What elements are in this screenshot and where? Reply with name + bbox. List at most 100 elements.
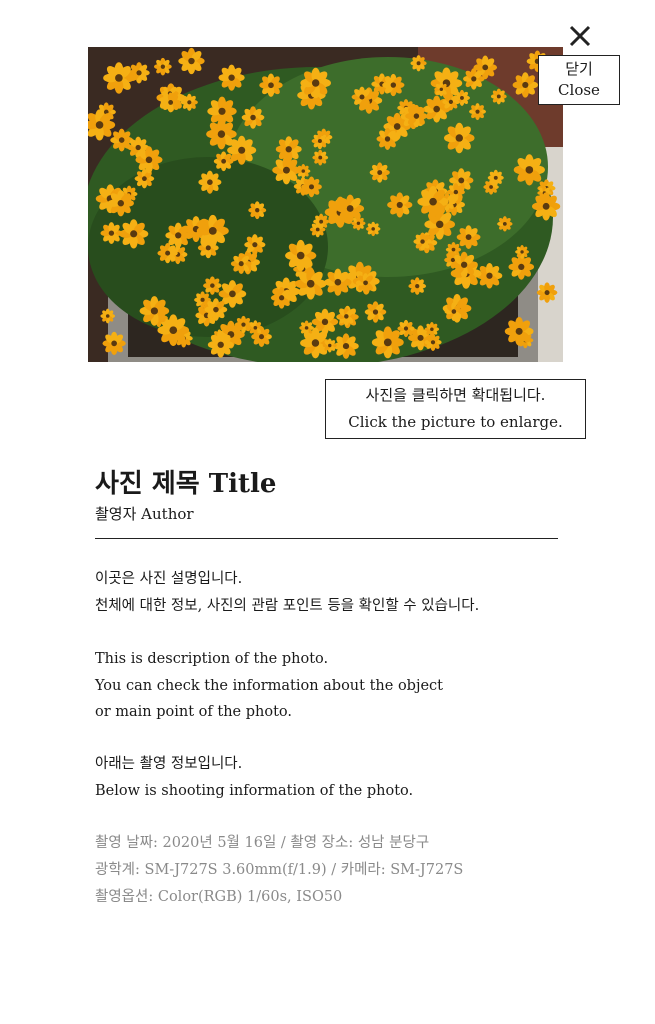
flower-decoration [157, 242, 178, 264]
flower-decoration [139, 296, 170, 326]
divider [95, 538, 558, 539]
flower-decoration [410, 55, 427, 72]
flower-decoration [532, 192, 561, 221]
flower-decoration [322, 338, 337, 353]
description-line: 아래는 촬영 정보입니다. [95, 756, 243, 772]
flower-decoration [456, 225, 481, 250]
flower-decoration [369, 162, 390, 183]
photo-author: 촬영자 Author [95, 505, 194, 523]
flower-decoration [103, 62, 135, 94]
flower-decoration [230, 253, 252, 275]
flower-decoration [512, 72, 538, 98]
shooting-info: 촬영 날짜: 2020년 5월 16일 / 촬영 장소: 성남 분당구 광학계:… [95, 830, 463, 911]
flower-decoration [296, 164, 311, 179]
flower-decoration [382, 73, 405, 97]
flower-decoration [311, 132, 329, 150]
flower-decoration [387, 192, 413, 218]
flower-decoration [204, 298, 228, 321]
flower-decoration [536, 282, 558, 303]
flower-decoration [178, 47, 205, 75]
flower-decoration [351, 86, 373, 108]
shooting-info-line: 촬영 날짜: 2020년 5월 16일 / 촬영 장소: 성남 분당구 [95, 835, 430, 851]
enlarge-hint: 사진을 클릭하면 확대됩니다. Click the picture to enl… [325, 379, 586, 439]
flower-decoration [213, 151, 234, 172]
description-line: This is description of the photo. [95, 651, 329, 667]
shooting-info-line: 촬영옵션: Color(RGB) 1/60s, ISO50 [95, 889, 343, 905]
enlarge-hint-en: Click the picture to enlarge. [348, 413, 563, 431]
close-icon[interactable] [566, 22, 594, 50]
flower-decoration [364, 301, 387, 323]
flower-decoration [312, 149, 329, 166]
description-line: 이곳은 사진 설명입니다. [95, 571, 243, 587]
flower-decoration [247, 320, 263, 336]
flower-decoration [248, 201, 267, 220]
flower-decoration [197, 237, 219, 259]
enlarge-hint-ko: 사진을 클릭하면 확대됩니다. [365, 386, 546, 404]
flower-decoration [299, 320, 314, 336]
flower-decoration [408, 277, 427, 295]
flower-decoration [275, 136, 302, 163]
flower-decoration [490, 88, 507, 105]
flower-decoration [476, 262, 503, 289]
flower-decoration [337, 307, 356, 326]
flower-decoration [102, 331, 126, 356]
flower-decoration [515, 244, 529, 259]
flower-decoration [333, 333, 359, 359]
flower-decoration [487, 169, 504, 186]
description-en: This is description of the photo. You ca… [95, 646, 443, 726]
flower-decoration [244, 234, 266, 256]
flower-decoration [434, 82, 449, 97]
flower-decoration [160, 92, 181, 113]
flower-decoration [165, 222, 192, 249]
flower-decoration [309, 221, 326, 238]
flower-decoration [371, 326, 404, 359]
close-button[interactable]: 닫기 Close [538, 55, 620, 105]
flower-decoration [154, 57, 172, 76]
flower-decoration [241, 106, 265, 129]
flower-decoration [270, 287, 293, 309]
flower-decoration [376, 127, 399, 150]
shooting-intro: 아래는 촬영 정보입니다. Below is shooting informat… [95, 751, 413, 804]
flower-decoration [198, 170, 222, 194]
flower-decoration [405, 104, 428, 128]
flower-decoration [424, 333, 442, 351]
flower-decoration [285, 239, 317, 272]
close-label-en: Close [558, 81, 600, 99]
flower-decoration [442, 93, 460, 111]
description-line: 천체에 대한 정보, 사진의 관람 포인트 등을 확인할 수 있습니다. [95, 597, 480, 614]
flower-decoration [135, 146, 163, 174]
flower-decoration [446, 183, 465, 202]
flower-decoration [469, 103, 486, 121]
flower-decoration [294, 267, 327, 300]
flower-decoration [444, 122, 475, 154]
flower-decoration [203, 276, 222, 295]
flower-decoration [351, 216, 366, 231]
flower-decoration [451, 251, 478, 278]
flower-decoration [119, 219, 149, 249]
flower-decoration [300, 67, 331, 99]
flower-decoration [100, 308, 116, 324]
flower-decoration [107, 190, 134, 217]
photo-title: 사진 제목 Title [95, 469, 277, 499]
shooting-info-line: 광학계: SM-J727S 3.60mm(f/1.9) / 카메라: SM-J7… [95, 862, 464, 878]
flower-decoration [234, 315, 253, 334]
flower-decoration [355, 273, 376, 293]
flower-decoration [497, 216, 513, 232]
flower-decoration [100, 222, 123, 245]
flower-decoration [180, 93, 198, 111]
photo-image[interactable] [88, 47, 563, 362]
description-ko: 이곳은 사진 설명입니다. 천체에 대한 정보, 사진의 관람 포인트 등을 확… [95, 566, 479, 619]
flower-decoration [324, 268, 352, 296]
flower-decoration [206, 118, 237, 150]
description-line: or main point of the photo. [95, 704, 292, 720]
flower-decoration [207, 331, 234, 358]
description-line: You can check the information about the … [95, 677, 443, 694]
close-label-ko: 닫기 [565, 60, 593, 78]
flower-decoration [463, 68, 485, 90]
flower-decoration [444, 302, 464, 321]
flower-decoration [397, 319, 415, 338]
flower-decoration [218, 64, 245, 91]
flower-decoration [259, 73, 283, 97]
flower-decoration [301, 176, 322, 198]
flower-decoration [513, 154, 545, 186]
